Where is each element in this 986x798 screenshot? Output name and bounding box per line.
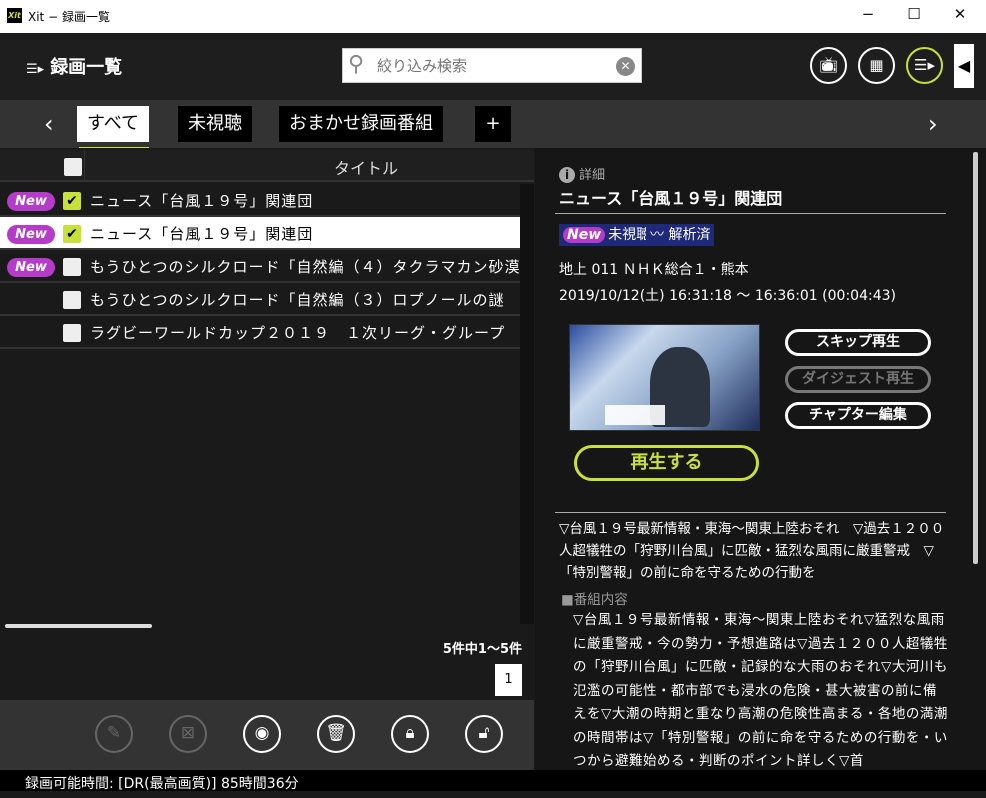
program-content: ▽台風１９号最新情報・東海〜関東上陸おそれ▽猛烈な風雨に厳重警戒・今の勢力・予想…	[573, 612, 948, 769]
video-thumbnail[interactable]	[569, 324, 760, 431]
row-title: ラグビーワールドカップ２０１９ １次リーグ・グループ	[90, 324, 506, 342]
row-title: もうひとつのシルクロード「自然編（３）ロプノールの謎	[90, 291, 505, 309]
row-title: ニュース「台風１９号」関連団	[90, 192, 314, 210]
new-badge: New	[7, 258, 55, 277]
search-box: ⚲ ✕	[342, 48, 642, 83]
row-title: もうひとつのシルクロード「自然編（４）タクラマカン砂漠	[90, 258, 520, 276]
trash-icon: 🗑︎	[325, 723, 347, 743]
program-guide-button[interactable]: ▦	[858, 47, 895, 84]
close-button[interactable]: ✕	[945, 5, 975, 23]
tab-all[interactable]: すべて	[77, 106, 150, 150]
row-checkbox[interactable]: ✔	[63, 192, 81, 210]
tab-auto-recorded[interactable]: おまかせ録画番組	[279, 106, 443, 142]
row-checkbox[interactable]: ✔	[63, 225, 81, 243]
new-badge: New	[7, 192, 55, 211]
edit-chapter-button[interactable]: ✎	[95, 715, 133, 753]
info-icon: i	[559, 167, 575, 183]
tab-prev-button[interactable]: ‹	[44, 110, 54, 138]
disc-icon: ◉	[254, 723, 270, 743]
lock-icon: 🔒︎	[405, 723, 415, 743]
play-button[interactable]: 再生する	[574, 445, 759, 481]
air-time: 2019/10/12(土) 16:31:18 〜 16:36:01 (00:04…	[559, 288, 896, 304]
chapter-edit-button[interactable]: チャプター編集	[785, 402, 931, 429]
action-toolbar: ✎ ⊠ ◉ 🗑︎ 🔒︎ 🔓︎	[0, 700, 534, 770]
detail-scrollbar[interactable]	[973, 152, 978, 564]
dub-disc-button[interactable]: ◉	[243, 715, 281, 753]
list-play-icon: ☰▸	[26, 62, 45, 77]
window-title: Xit − 録画一覧	[28, 10, 110, 24]
horizontal-scrollbar[interactable]	[5, 624, 152, 628]
row-checkbox[interactable]	[63, 291, 81, 309]
title-bar: Xit Xit − 録画一覧 − ☐ ✕	[0, 0, 986, 33]
detail-section-label: i 詳細	[559, 164, 605, 183]
recording-list: タイトル New ✔ ニュース「台風１９号」関連団 New ✔ ニュース「台風１９号」関連…	[0, 148, 534, 700]
page-title-text: 録画一覧	[50, 57, 123, 78]
search-icon: ⚲	[348, 52, 365, 77]
status-bar: 録画可能時間: [DR(最高画質)] 85時間36分	[0, 770, 986, 792]
protect-button[interactable]: 🔒︎	[391, 715, 429, 753]
delete-button[interactable]: 🗑︎	[317, 715, 355, 753]
list-scrollbar[interactable]	[520, 184, 534, 624]
delete-mark-icon: ⊠	[180, 723, 196, 743]
app-logo: Xit	[7, 8, 22, 23]
list-play-icon: ☰▸	[914, 56, 935, 74]
tab-unwatched[interactable]: 未視聴	[178, 106, 252, 142]
wave-icon: 〰	[650, 227, 669, 243]
unwatched-badge: New 未視聴	[559, 224, 655, 246]
content-label: ■番組内容	[561, 592, 628, 608]
recording-list-button[interactable]: ☰▸	[906, 47, 943, 84]
unprotect-button[interactable]: 🔓︎	[465, 715, 503, 753]
page-title: ☰▸ 録画一覧	[26, 53, 122, 79]
detail-panel: i 詳細 ニュース「台風１９号」関連団 New 未視聴 〰 解析済 地上 011 Ｎ…	[535, 148, 986, 770]
column-divider	[84, 150, 85, 182]
program-summary: ▽台風１９号最新情報・東海〜関東上陸おそれ ▽過去１２００人超犠牲の「狩野川台風…	[559, 521, 945, 581]
detail-label: 詳細	[579, 168, 606, 183]
row-checkbox[interactable]	[63, 258, 81, 276]
divider	[555, 512, 946, 513]
divider	[555, 213, 946, 214]
row-title: ニュース「台風１９号」関連団	[90, 225, 314, 243]
tv-button[interactable]: 📺︎	[810, 47, 847, 84]
list-row[interactable]: New ✔ ニュース「台風１９号」関連団	[0, 184, 520, 217]
list-row[interactable]: New ✔ ニュース「台風１９号」関連団	[0, 217, 520, 250]
analyzed-badge: 〰 解析済	[646, 224, 715, 246]
channel: 地上 011 ＮＨＫ総合１・熊本	[559, 262, 749, 278]
new-badge: New	[7, 225, 55, 244]
skip-play-button[interactable]: スキップ再生	[785, 329, 931, 356]
page-button-1[interactable]: 1	[495, 664, 522, 696]
analyzed-label: 解析済	[668, 227, 711, 243]
remove-chapter-button[interactable]: ⊠	[169, 715, 207, 753]
select-all-checkbox[interactable]	[64, 158, 82, 176]
digest-play-button[interactable]: ダイジェスト再生	[785, 366, 931, 393]
result-count: 5件中1〜5件	[442, 642, 522, 657]
row-checkbox[interactable]	[63, 324, 81, 342]
add-tab-button[interactable]: +	[475, 106, 511, 142]
unwatched-label: 未視聴	[608, 227, 651, 243]
unlock-icon: 🔓︎	[478, 723, 490, 743]
list-header: タイトル	[0, 150, 534, 182]
collapse-panel-button[interactable]: ◀	[954, 44, 974, 88]
tv-icon: 📺︎	[818, 56, 839, 74]
list-row[interactable]: ラグビーワールドカップ２０１９ １次リーグ・グループ	[0, 316, 520, 349]
clear-search-icon[interactable]: ✕	[616, 57, 635, 76]
tab-bar: ‹ すべて 未視聴 おまかせ録画番組 + ›	[0, 100, 986, 150]
list-row[interactable]: もうひとつのシルクロード「自然編（３）ロプノールの謎	[0, 283, 520, 316]
detail-title: ニュース「台風１９号」関連団	[559, 189, 783, 208]
tab-next-button[interactable]: ›	[928, 110, 938, 138]
app-header: ☰▸ 録画一覧 ⚲ ✕ 📺︎ ▦ ☰▸ ◀	[0, 33, 986, 100]
minimize-button[interactable]: −	[853, 5, 883, 23]
list-row[interactable]: New もうひとつのシルクロード「自然編（４）タクラマカン砂漠	[0, 250, 520, 283]
grid-icon: ▦	[869, 56, 884, 74]
new-badge: New	[563, 227, 606, 243]
edit-icon: ✎	[106, 723, 122, 743]
column-title[interactable]: タイトル	[334, 155, 398, 179]
maximize-button[interactable]: ☐	[899, 5, 929, 23]
search-input[interactable]	[377, 55, 607, 77]
